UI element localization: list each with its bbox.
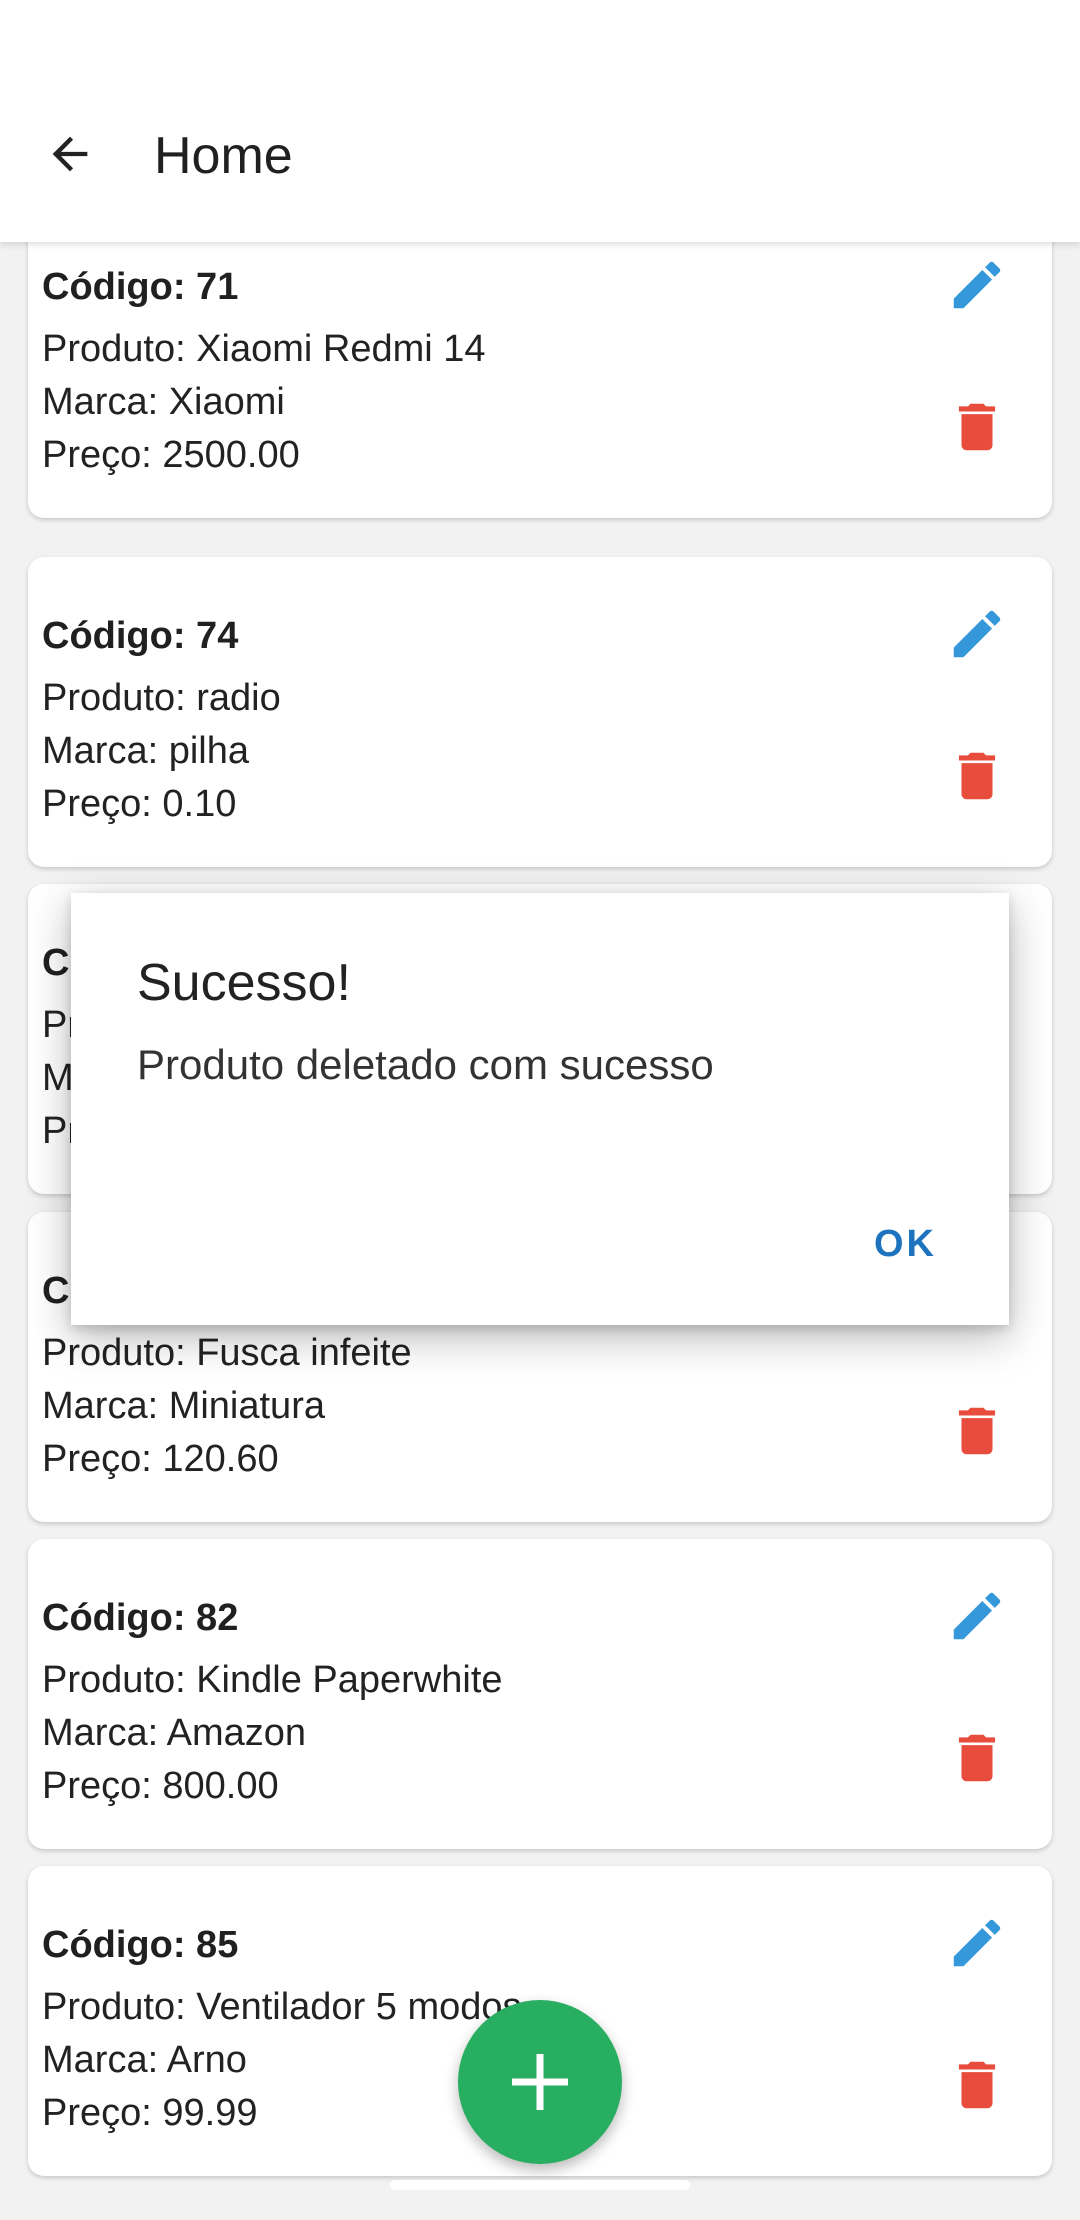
arrow-back-icon xyxy=(52,136,88,172)
dialog-title: Sucesso! xyxy=(137,954,351,1012)
app-bar: Home xyxy=(0,0,1080,242)
page-title: Home xyxy=(154,127,293,185)
success-dialog: Sucesso! Produto deletado com sucesso OK xyxy=(71,893,1009,1325)
dialog-message: Produto deletado com sucesso xyxy=(137,1041,714,1088)
ok-button[interactable]: OK xyxy=(874,1223,937,1266)
back-button[interactable] xyxy=(28,112,112,196)
